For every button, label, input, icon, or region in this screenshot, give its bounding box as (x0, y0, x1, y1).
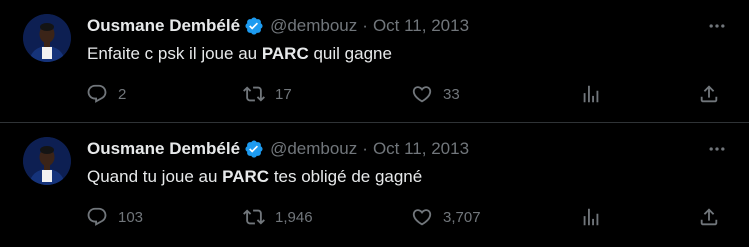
heart-icon (412, 86, 432, 103)
tweet-header: Ousmane Dembélé @dembouz · Oct 11, 2013 (87, 14, 469, 38)
reply-icon (87, 84, 107, 103)
retweet-icon (243, 86, 265, 102)
tweet-date[interactable]: Oct 11, 2013 (373, 16, 469, 36)
like-count: 3,707 (443, 208, 481, 226)
more-options-button[interactable] (707, 16, 727, 36)
tweet-actions: 103 1,946 3,707 (86, 205, 726, 229)
verified-badge-icon (244, 139, 264, 159)
verified-badge-icon (244, 16, 264, 36)
reply-button[interactable]: 103 (86, 205, 143, 229)
share-button[interactable] (698, 82, 720, 106)
tweet-text-bold[interactable]: PARC (222, 167, 269, 186)
tweet-card[interactable]: Ousmane Dembélé @dembouz · Oct 11, 2013 … (0, 123, 749, 247)
retweet-count: 17 (275, 85, 292, 103)
display-name[interactable]: Ousmane Dembélé (87, 16, 240, 36)
tweet-text-after: quil gagne (308, 44, 392, 63)
retweet-button[interactable]: 17 (243, 82, 292, 106)
reply-button[interactable]: 2 (86, 82, 126, 106)
user-handle[interactable]: @dembouz (270, 16, 357, 36)
separator-dot: · (362, 139, 368, 158)
reply-icon (87, 207, 107, 226)
retweet-button[interactable]: 1,946 (243, 205, 313, 229)
share-icon (700, 208, 718, 226)
share-button[interactable] (698, 205, 720, 229)
separator-dot: · (362, 16, 368, 35)
tweet-header: Ousmane Dembélé @dembouz · Oct 11, 2013 (87, 137, 469, 161)
more-options-button[interactable] (707, 139, 727, 159)
like-count: 33 (443, 85, 460, 103)
tweet-text-after: tes obligé de gagné (269, 167, 423, 186)
user-handle[interactable]: @dembouz (270, 139, 357, 159)
views-button[interactable] (580, 205, 602, 229)
retweet-icon (243, 209, 265, 225)
tweet-card[interactable]: Ousmane Dembélé @dembouz · Oct 11, 2013 … (0, 0, 749, 123)
tweet-date[interactable]: Oct 11, 2013 (373, 139, 469, 159)
retweet-count: 1,946 (275, 208, 313, 226)
tweet-text: Enfaite c psk il joue au PARC quil gagne (87, 44, 392, 64)
tweet-text: Quand tu joue au PARC tes obligé de gagn… (87, 167, 422, 187)
display-name[interactable]: Ousmane Dembélé (87, 139, 240, 159)
more-horizontal-icon (709, 24, 725, 28)
views-chart-icon (583, 208, 599, 226)
tweet-actions: 2 17 33 (86, 82, 726, 106)
reply-count: 2 (118, 85, 127, 103)
tweet-text-before: Enfaite c psk il joue au (87, 44, 262, 63)
views-button[interactable] (580, 82, 602, 106)
tweet-text-before: Quand tu joue au (87, 167, 223, 186)
avatar[interactable] (23, 137, 71, 185)
share-icon (700, 85, 718, 103)
like-button[interactable]: 33 (411, 82, 460, 106)
tweet-text-bold[interactable]: PARC (262, 44, 309, 63)
reply-count: 103 (118, 208, 144, 226)
avatar[interactable] (23, 14, 71, 62)
views-chart-icon (583, 85, 599, 103)
heart-icon (412, 209, 432, 226)
more-horizontal-icon (709, 147, 725, 151)
like-button[interactable]: 3,707 (411, 205, 481, 229)
